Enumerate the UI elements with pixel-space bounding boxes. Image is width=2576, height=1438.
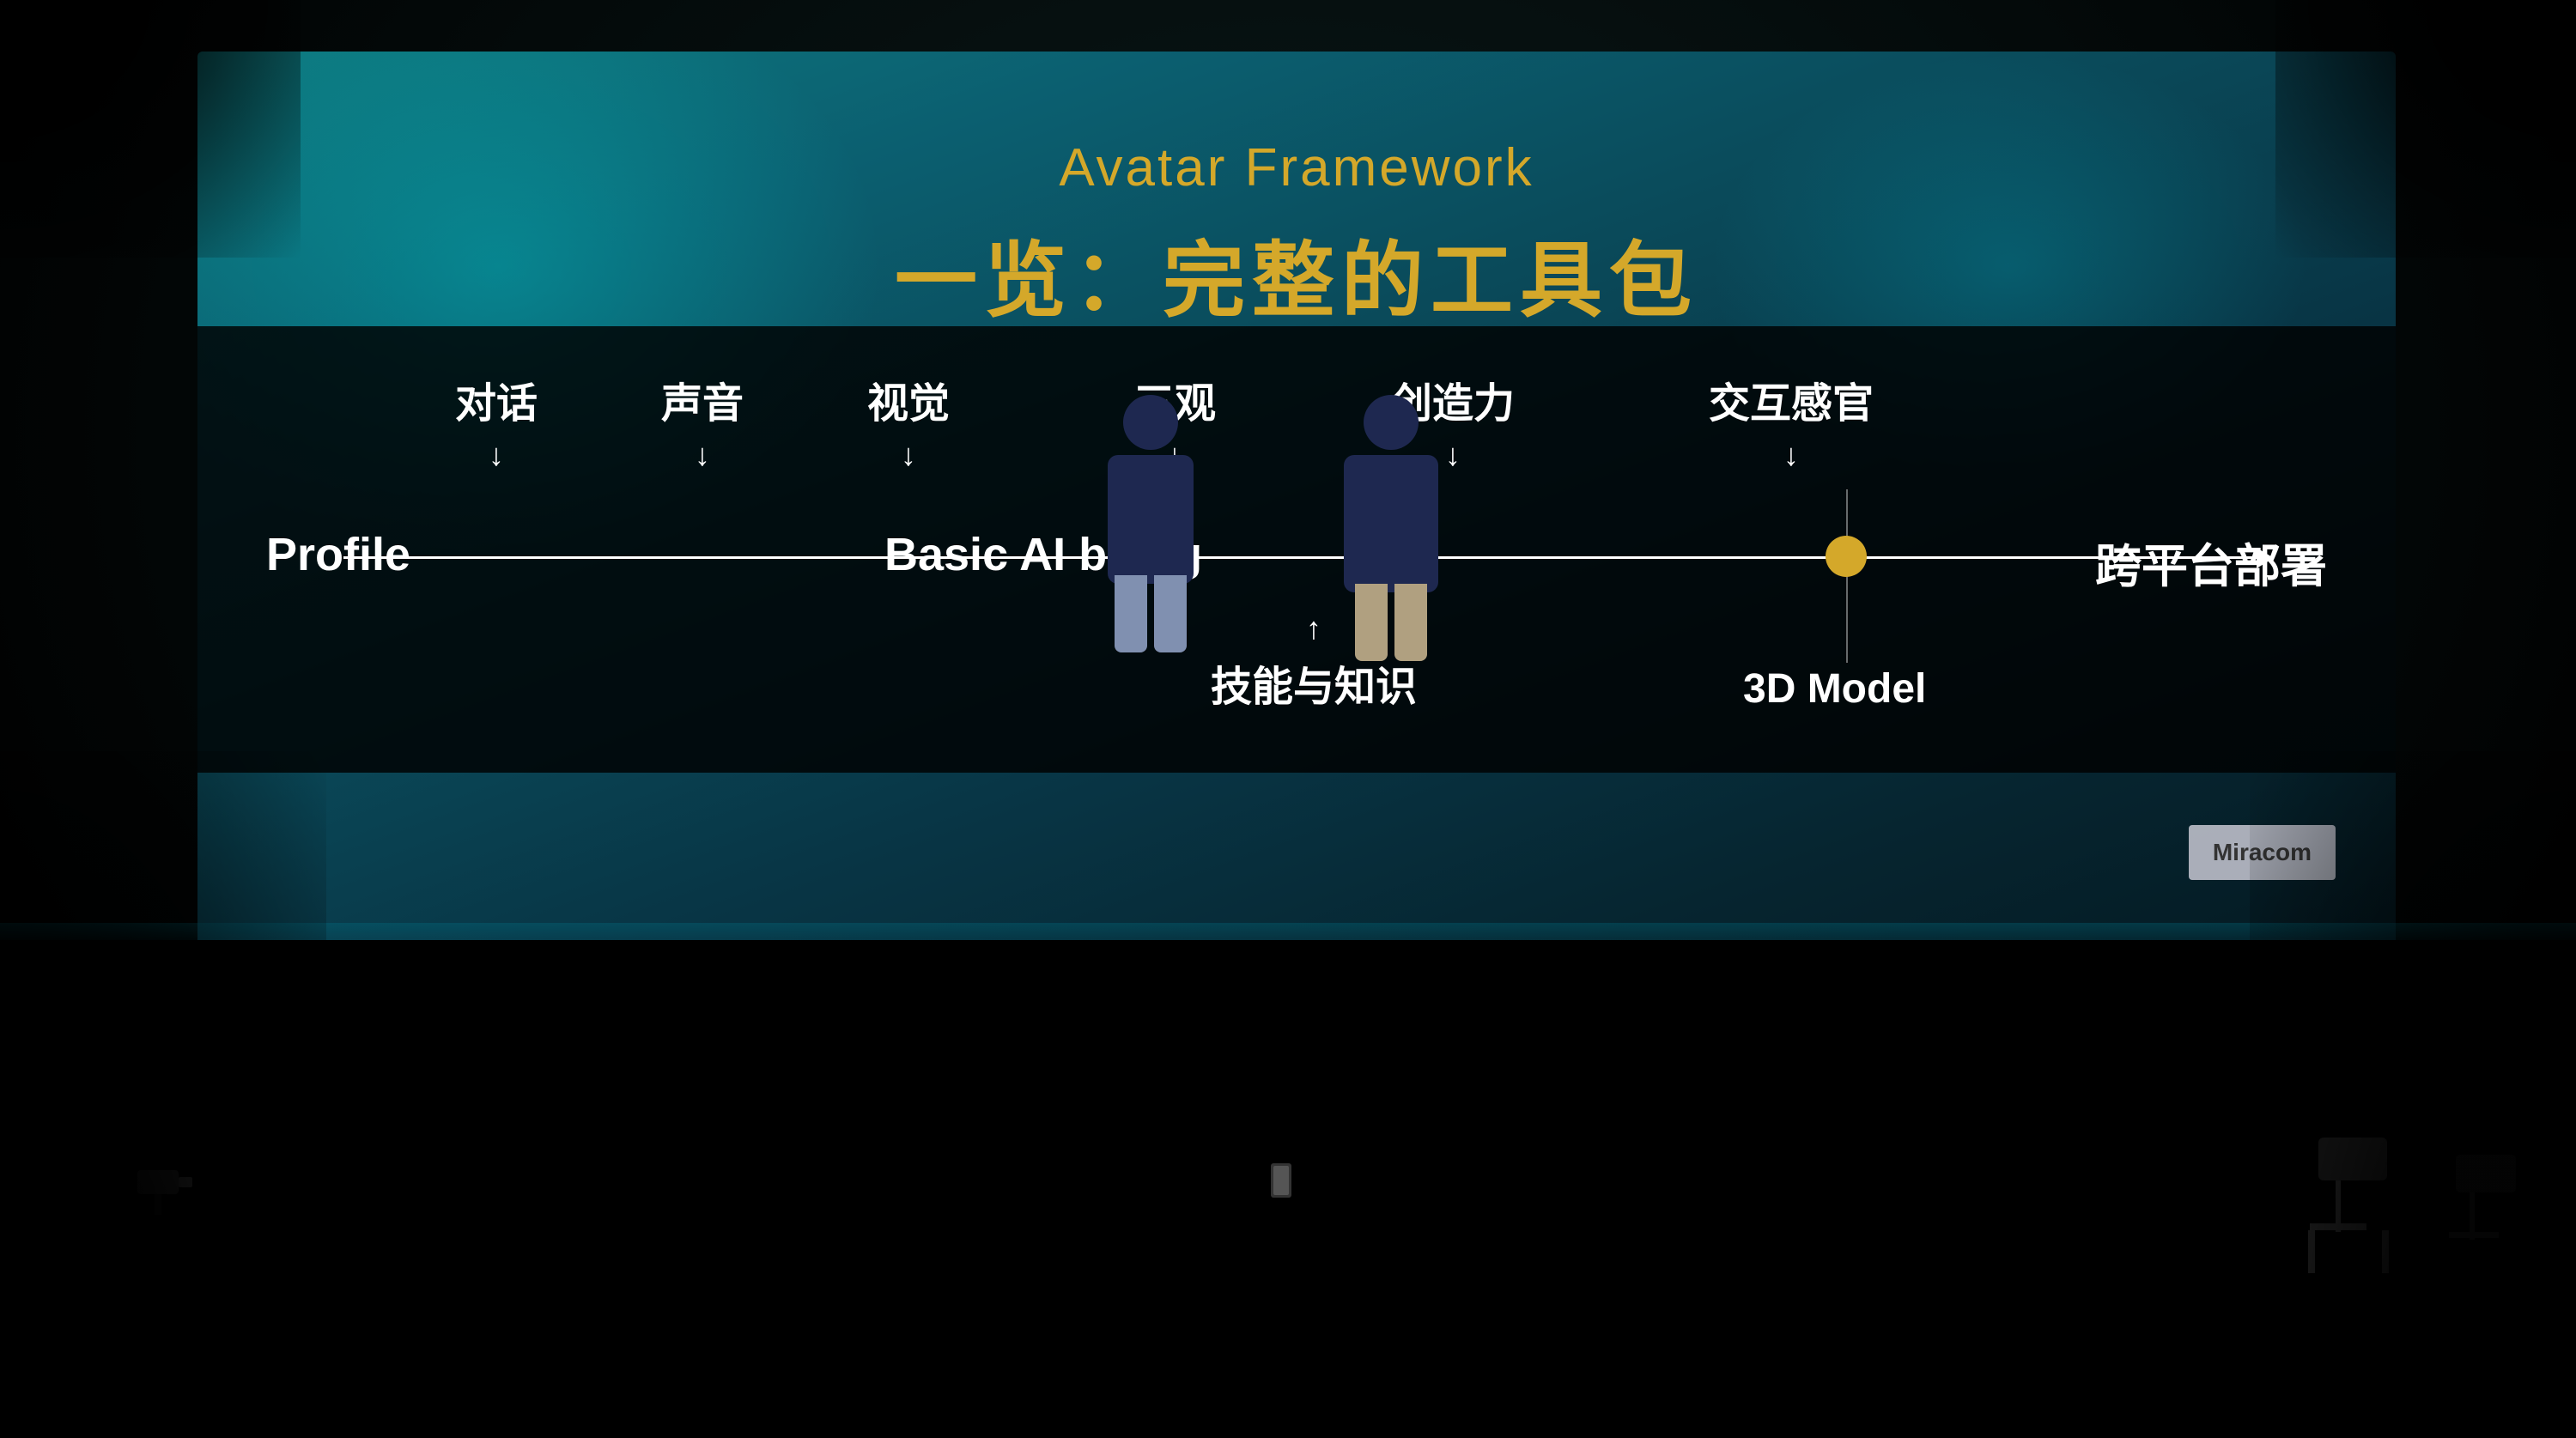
bottom-right-shadow [2250, 751, 2576, 1438]
jiaohuganguan-arrow: ↓ [1783, 440, 1799, 470]
top-left-shadow [0, 0, 301, 258]
shijue-arrow: ↓ [901, 440, 916, 470]
title-chinese: 一览：完整的工具包 [197, 214, 2396, 333]
presenter-1 [1099, 395, 1202, 635]
leg-left-2 [1355, 584, 1388, 661]
bottom-left-shadow [0, 751, 326, 1438]
audience-area [0, 940, 2576, 1438]
profile-label: Profile [266, 528, 410, 581]
person-legs-2 [1340, 584, 1443, 661]
leg-right-1 [1154, 575, 1187, 652]
chuanglili-arrow: ↓ [1445, 440, 1461, 470]
person-body-2 [1344, 455, 1438, 592]
presenters-area [1099, 395, 1443, 635]
person-head-1 [1123, 395, 1178, 450]
label-duihua: 对话 ↓ [455, 369, 538, 470]
leg-left-1 [1115, 575, 1147, 652]
3dmodel-text: 3D Model [1743, 665, 1926, 713]
label-3dmodel: ↑ 3D Model [1743, 626, 1926, 713]
shijue-text: 视觉 [867, 369, 950, 429]
person-shape-1 [1099, 395, 1202, 635]
person-body-1 [1108, 455, 1194, 584]
shengyin-text: 声音 [661, 369, 744, 429]
duihua-text: 对话 [455, 369, 538, 429]
presenter-2 [1340, 395, 1443, 635]
leg-right-2 [1394, 584, 1427, 661]
person-legs-1 [1099, 575, 1202, 652]
duihua-arrow: ↓ [489, 440, 504, 470]
label-jiaohuganguan: 交互感官 ↓ [1709, 369, 1874, 470]
title-area: Avatar Framework 一览：完整的工具包 [197, 137, 2396, 333]
top-right-shadow [2275, 0, 2576, 258]
person-shape-2 [1340, 395, 1443, 635]
label-shijue: 视觉 ↓ [867, 369, 950, 470]
gold-node [1826, 536, 1867, 577]
cross-platform-label: 跨平台部署 [2095, 528, 2327, 596]
audience-silhouettes [0, 940, 2576, 1438]
presentation-screen: Avatar Framework 一览：完整的工具包 Profile Basic… [197, 52, 2396, 996]
person-head-2 [1364, 395, 1419, 450]
title-english: Avatar Framework [197, 137, 2396, 198]
shengyin-arrow: ↓ [695, 440, 710, 470]
jineng-text: 技能与知识 [1211, 652, 1417, 713]
label-shengyin: 声音 ↓ [661, 369, 744, 470]
jiaohuganguan-text: 交互感官 [1709, 369, 1874, 429]
